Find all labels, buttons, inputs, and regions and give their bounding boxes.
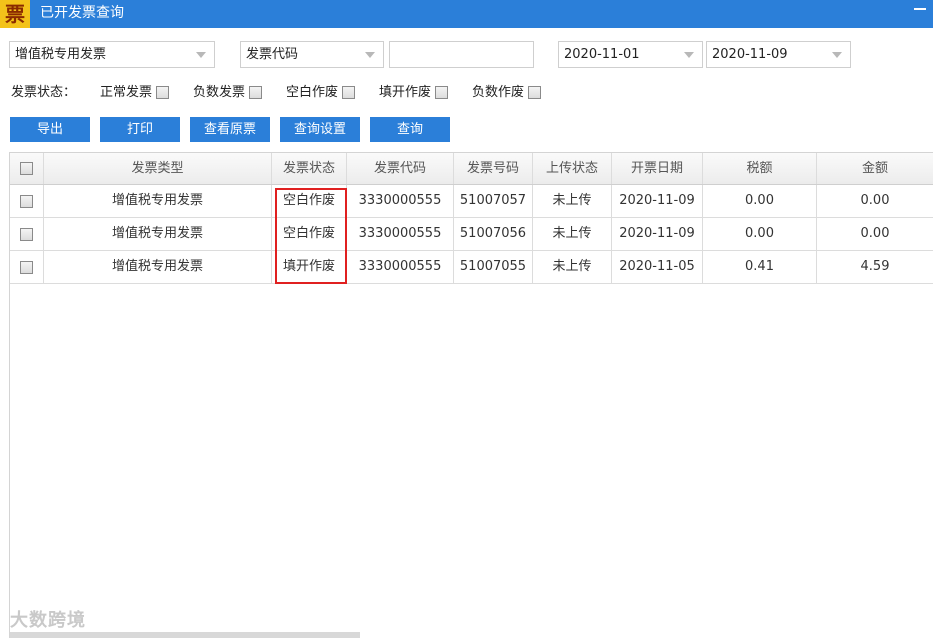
status-negative-void-checkbox[interactable] [528, 86, 541, 99]
invoice-logo-icon: 票 [0, 0, 30, 28]
column-header[interactable]: 发票类型 [44, 153, 272, 184]
status-filter-row: 发票状态： 正常发票 负数发票 空白作废 填开作废 负数作废 [0, 84, 933, 102]
chevron-down-icon [832, 52, 842, 58]
table-cell: 3330000555 [347, 218, 454, 250]
horizontal-scrollbar[interactable] [10, 632, 360, 638]
row-checkbox[interactable] [20, 228, 33, 241]
print-button[interactable]: 打印 [100, 117, 180, 142]
status-normal-checkbox[interactable] [156, 86, 169, 99]
column-header[interactable]: 开票日期 [612, 153, 703, 184]
row-checkbox[interactable] [20, 195, 33, 208]
search-input[interactable] [389, 41, 534, 68]
column-header[interactable]: 发票号码 [454, 153, 533, 184]
table-cell: 0.00 [703, 218, 817, 250]
end-date-picker[interactable]: 2020-11-09 [706, 41, 851, 68]
table-cell: 51007057 [454, 185, 533, 217]
status-negative-checkbox[interactable] [249, 86, 262, 99]
table-cell: 3330000555 [347, 251, 454, 283]
status-option-label: 正常发票 [100, 85, 153, 100]
table-cell: 0.00 [817, 185, 933, 217]
invoice-type-value: 增值税专用发票 [15, 47, 107, 62]
column-header[interactable]: 金额 [817, 153, 933, 184]
select-all-checkbox[interactable] [20, 162, 33, 175]
row-select-cell [10, 218, 44, 250]
view-original-button[interactable]: 查看原票 [190, 117, 270, 142]
row-checkbox[interactable] [20, 261, 33, 274]
column-header[interactable]: 发票状态 [272, 153, 347, 184]
table-cell: 51007056 [454, 218, 533, 250]
table-cell: 增值税专用发票 [44, 251, 272, 283]
table-cell: 3330000555 [347, 185, 454, 217]
table-cell: 0.00 [703, 185, 817, 217]
status-option-label: 负数作废 [472, 85, 525, 100]
watermark: 大数跨境 [10, 610, 86, 631]
status-option-label: 空白作废 [286, 85, 339, 100]
table-cell: 2020-11-05 [612, 251, 703, 283]
export-button[interactable]: 导出 [10, 117, 90, 142]
row-select-cell [10, 185, 44, 217]
query-button[interactable]: 查询 [370, 117, 450, 142]
start-date-picker[interactable]: 2020-11-01 [558, 41, 703, 68]
start-date-value: 2020-11-01 [564, 47, 640, 62]
table-header: 发票类型 发票状态 发票代码 发票号码 上传状态 开票日期 税额 金额 [10, 153, 933, 185]
chevron-down-icon [365, 52, 375, 58]
table-cell: 增值税专用发票 [44, 185, 272, 217]
status-filter-label: 发票状态： [11, 85, 77, 100]
end-date-value: 2020-11-09 [712, 47, 788, 62]
invoice-table: 发票类型 发票状态 发票代码 发票号码 上传状态 开票日期 税额 金额 增值税专… [9, 152, 933, 638]
table-cell: 2020-11-09 [612, 185, 703, 217]
table-cell: 4.59 [817, 251, 933, 283]
table-cell: 未上传 [533, 218, 612, 250]
column-header[interactable]: 发票代码 [347, 153, 454, 184]
query-settings-button[interactable]: 查询设置 [280, 117, 360, 142]
table-cell: 增值税专用发票 [44, 218, 272, 250]
table-row[interactable]: 增值税专用发票 空白作废 3330000555 51007056 未上传 202… [10, 218, 933, 251]
column-header[interactable]: 税额 [703, 153, 817, 184]
title-bar: 票 已开发票查询 [0, 0, 933, 28]
minimize-icon[interactable] [913, 2, 927, 16]
status-option-label: 填开作废 [379, 85, 432, 100]
invoice-type-select[interactable]: 增值税专用发票 [9, 41, 215, 68]
table-row[interactable]: 增值税专用发票 空白作废 3330000555 51007057 未上传 202… [10, 185, 933, 218]
table-cell: 0.41 [703, 251, 817, 283]
select-all-cell [10, 153, 44, 184]
search-field-value: 发票代码 [246, 47, 299, 62]
table-cell: 未上传 [533, 185, 612, 217]
status-blank-void-checkbox[interactable] [342, 86, 355, 99]
chevron-down-icon [684, 52, 694, 58]
table-cell: 未上传 [533, 251, 612, 283]
row-select-cell [10, 251, 44, 283]
table-cell: 0.00 [817, 218, 933, 250]
status-option-label: 负数发票 [193, 85, 246, 100]
window-title: 已开发票查询 [40, 5, 124, 21]
chevron-down-icon [196, 52, 206, 58]
table-cell: 51007055 [454, 251, 533, 283]
table-cell: 2020-11-09 [612, 218, 703, 250]
status-highlight-box [275, 188, 347, 284]
table-row[interactable]: 增值税专用发票 填开作废 3330000555 51007055 未上传 202… [10, 251, 933, 284]
column-header[interactable]: 上传状态 [533, 153, 612, 184]
search-field-select[interactable]: 发票代码 [240, 41, 384, 68]
status-filled-void-checkbox[interactable] [435, 86, 448, 99]
